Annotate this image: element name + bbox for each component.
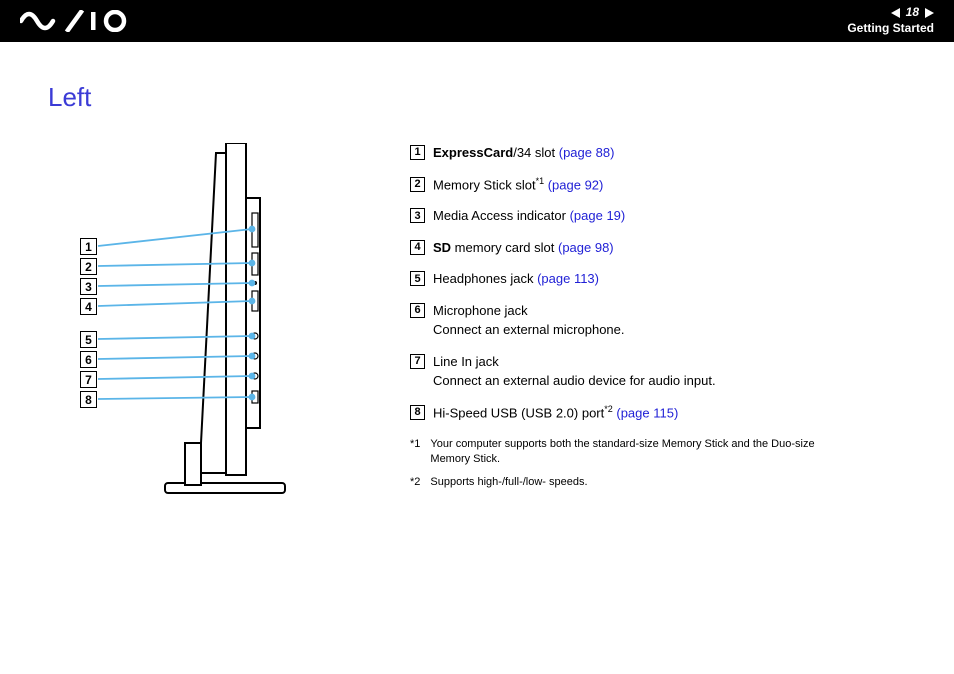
item-body: SD memory card slot (page 98) [433,238,614,258]
left-side-diagram: 1 2 3 4 5 6 7 8 [80,143,340,503]
footnote: *2Supports high-/full-/low- speeds. [410,475,830,490]
item-body: ExpressCard/34 slot (page 88) [433,143,614,163]
item-number-box: 2 [410,177,425,192]
port-item: 6 Microphone jackConnect an external micr… [410,301,830,340]
port-item: 5 Headphones jack (page 113) [410,269,830,289]
header-right: 18 Getting Started [847,5,934,36]
item-body: Microphone jackConnect an external micro… [433,301,625,340]
breadcrumb: Getting Started [847,21,934,37]
item-number-box: 3 [410,208,425,223]
page-link[interactable]: (page 88) [559,145,615,160]
port-item: 2 Memory Stick slot*1 (page 92) [410,175,830,195]
port-item: 4 SD memory card slot (page 98) [410,238,830,258]
item-number-box: 5 [410,271,425,286]
port-item: 8 Hi-Speed USB (USB 2.0) port*2 (page 115… [410,403,830,423]
footnote: *1Your computer supports both the standa… [410,437,830,468]
page-number: 18 [906,5,919,21]
item-body: Media Access indicator (page 19) [433,206,625,226]
page-link[interactable]: (page 115) [616,405,678,420]
next-page-arrow-icon[interactable] [925,8,934,18]
item-number-box: 1 [410,145,425,160]
page-link[interactable]: (page 98) [558,240,614,255]
vaio-logo [20,10,130,32]
port-list: 1 ExpressCard/34 slot (page 88) 2 Memory St… [410,143,830,503]
item-body: Line In jackConnect an external audio de… [433,352,716,391]
item-number-box: 6 [410,303,425,318]
page-link[interactable]: (page 92) [548,177,604,192]
item-body: Memory Stick slot*1 (page 92) [433,175,603,195]
item-body: Headphones jack (page 113) [433,269,599,289]
section-title: Left [48,82,954,113]
port-item: 3 Media Access indicator (page 19) [410,206,830,226]
page-link[interactable]: (page 113) [537,271,599,286]
page-link[interactable]: (page 19) [570,208,626,223]
port-item: 1 ExpressCard/34 slot (page 88) [410,143,830,163]
prev-page-arrow-icon[interactable] [891,8,900,18]
port-item: 7 Line In jackConnect an external audio d… [410,352,830,391]
item-number-box: 4 [410,240,425,255]
header-bar: 18 Getting Started [0,0,954,42]
item-number-box: 7 [410,354,425,369]
item-number-box: 8 [410,405,425,420]
item-body: Hi-Speed USB (USB 2.0) port*2 (page 115) [433,403,678,423]
